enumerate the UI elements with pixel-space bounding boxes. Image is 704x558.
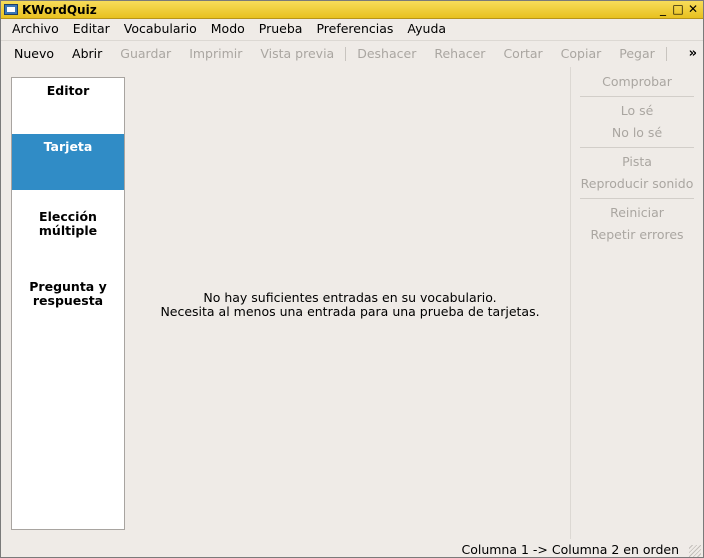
empty-vocabulary-message: No hay suficientes entradas en su vocabu…	[131, 291, 569, 319]
sidebar-item-pregunta-respuesta[interactable]: Pregunta y respuesta	[12, 266, 124, 308]
save-button[interactable]: Guardar	[111, 43, 180, 65]
toolbar-separator	[345, 47, 347, 61]
menu-archivo[interactable]: Archivo	[5, 19, 66, 40]
menu-preferencias[interactable]: Preferencias	[309, 19, 400, 40]
menu-modo[interactable]: Modo	[204, 19, 252, 40]
menu-prueba[interactable]: Prueba	[252, 19, 310, 40]
print-button[interactable]: Imprimir	[180, 43, 251, 65]
check-button[interactable]: Comprobar	[571, 74, 703, 90]
print-preview-button[interactable]: Vista previa	[251, 43, 343, 65]
window-controls: _ □ ✕	[657, 2, 699, 16]
copy-button[interactable]: Copiar	[552, 43, 611, 65]
message-line-2: Necesita al menos una entrada para una p…	[160, 304, 540, 319]
open-button[interactable]: Abrir	[63, 43, 111, 65]
toolbar-overflow-icon[interactable]: »	[689, 44, 697, 64]
know-button[interactable]: Lo sé	[571, 103, 703, 119]
menu-editar[interactable]: Editar	[66, 19, 117, 40]
panel-separator	[580, 96, 694, 97]
sidebar-item-eleccion-multiple[interactable]: Elección múltiple	[12, 196, 124, 238]
column-order-status: Columna 1 -> Columna 2 en orden	[461, 542, 679, 557]
menu-vocabulario[interactable]: Vocabulario	[117, 19, 204, 40]
window-title: KWordQuiz	[22, 3, 97, 17]
panel-separator	[580, 147, 694, 148]
redo-button[interactable]: Rehacer	[425, 43, 494, 65]
sidebar-item-label: Tarjeta	[43, 139, 93, 154]
paste-button[interactable]: Pegar	[610, 43, 664, 65]
app-icon[interactable]	[4, 4, 18, 15]
new-button[interactable]: Nuevo	[5, 43, 63, 65]
sidebar-item-tarjeta[interactable]: Tarjeta	[12, 134, 124, 190]
app-window: KWordQuiz _ □ ✕ Archivo Editar Vocabular…	[0, 0, 704, 558]
title-bar[interactable]: KWordQuiz _ □ ✕	[1, 1, 703, 19]
menu-ayuda[interactable]: Ayuda	[400, 19, 453, 40]
message-line-1: No hay suficientes entradas en su vocabu…	[203, 290, 497, 305]
mode-sidebar: Editor Tarjeta Elección múltiple Pregunt…	[11, 77, 125, 530]
minimize-icon[interactable]: _	[657, 2, 669, 16]
sidebar-item-editor[interactable]: Editor	[12, 84, 124, 124]
menu-bar: Archivo Editar Vocabulario Modo Prueba P…	[1, 19, 703, 41]
restart-button[interactable]: Reiniciar	[571, 205, 703, 221]
sidebar-item-label: Editor	[46, 83, 90, 98]
resize-grip-icon[interactable]	[689, 545, 701, 557]
repeat-errors-button[interactable]: Repetir errores	[571, 227, 703, 243]
close-icon[interactable]: ✕	[687, 2, 699, 16]
toolbar-separator	[665, 47, 667, 61]
play-sound-button[interactable]: Reproducir sonido	[571, 176, 703, 192]
dont-know-button[interactable]: No lo sé	[571, 125, 703, 141]
sidebar-item-label: Elección múltiple	[38, 209, 98, 238]
cut-button[interactable]: Cortar	[494, 43, 551, 65]
panel-separator	[580, 198, 694, 199]
undo-button[interactable]: Deshacer	[348, 43, 425, 65]
status-bar: Columna 1 -> Columna 2 en orden	[1, 541, 703, 558]
toolbar: Nuevo Abrir Guardar Imprimir Vista previ…	[1, 42, 703, 66]
hint-button[interactable]: Pista	[571, 154, 703, 170]
quiz-action-panel: Comprobar Lo sé No lo sé Pista Reproduci…	[570, 67, 702, 539]
maximize-icon[interactable]: □	[672, 2, 684, 16]
sidebar-item-label: Pregunta y respuesta	[29, 279, 107, 308]
